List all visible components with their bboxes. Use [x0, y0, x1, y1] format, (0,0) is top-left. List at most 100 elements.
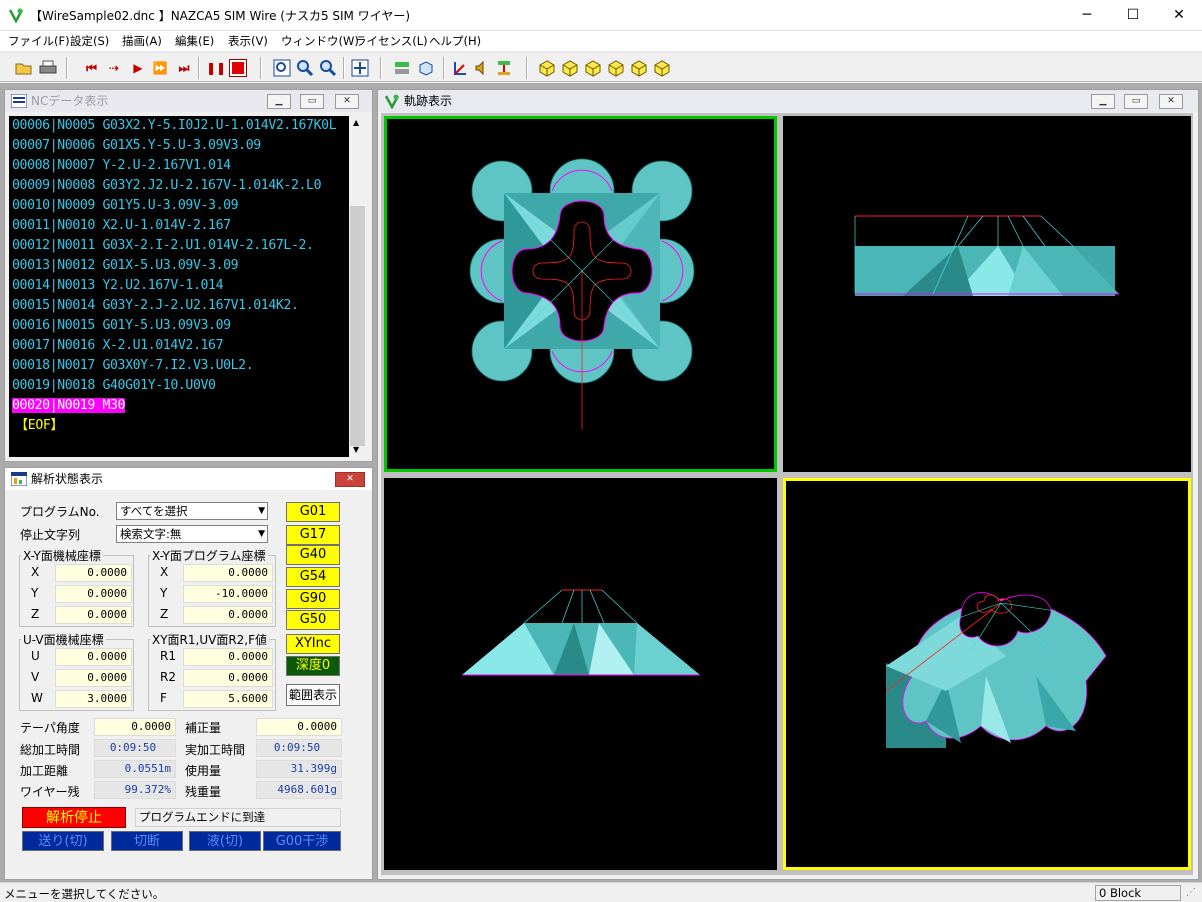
maximize-button[interactable]: ☐: [1110, 0, 1156, 31]
view-cube-icon[interactable]: [606, 58, 626, 78]
close-button[interactable]: ✕: [1156, 0, 1202, 31]
step-icon[interactable]: ⇢: [104, 58, 124, 78]
nc-close-button[interactable]: ✕: [335, 94, 359, 109]
nc-line[interactable]: 00015|N0014 G03Y-2.J-2.U2.167V1.014K2.: [9, 296, 349, 316]
actual-time-label: 実加工時間: [185, 743, 246, 757]
nc-line[interactable]: 00012|N0011 G03X-2.I-2.U1.014V-2.167L-2.: [9, 236, 349, 256]
gcode-g01: G01: [286, 502, 340, 522]
status-block-count: 0 Block: [1095, 885, 1181, 901]
analysis-title: 解析状態表示: [31, 472, 104, 486]
nc-line[interactable]: 00017|N0016 X-2.U1.014V2.167: [9, 336, 349, 356]
menu-license[interactable]: ライセンス(L): [355, 33, 428, 49]
viewport-side[interactable]: [384, 478, 777, 870]
nc-code-list[interactable]: 00006|N0005 G03X2.Y-5.I0J2.U-1.014V2.167…: [9, 116, 349, 457]
f-label: F: [160, 691, 167, 705]
viewport-iso[interactable]: [783, 478, 1191, 870]
menu-view[interactable]: 表示(V): [228, 33, 268, 49]
stop-string-select[interactable]: 検索文字:無 ▼: [116, 525, 268, 543]
g00-interference-button[interactable]: G00干渉: [263, 831, 341, 851]
scroll-down-icon[interactable]: ▼: [353, 445, 359, 454]
toolbar: ⏮ ⇢ ▶ ⏩ ⏭ ❚❚: [0, 52, 1202, 82]
zoom-fit-icon[interactable]: [272, 58, 292, 78]
trajectory-minimize-button[interactable]: ▁: [1091, 94, 1115, 109]
wire-line: [1040, 215, 1074, 247]
wire-tool-icon[interactable]: [494, 58, 514, 78]
fast-forward-icon[interactable]: ⏩: [150, 58, 170, 78]
range-display-button[interactable]: 範囲表示: [286, 684, 340, 706]
facet: [634, 623, 700, 675]
nc-line[interactable]: 00008|N0007 Y-2.U-2.167V1.014: [9, 156, 349, 176]
solid-view-icon[interactable]: [416, 58, 436, 78]
nc-window-titlebar: NCデータ表示 ▁ ▭ ✕: [5, 90, 372, 112]
nc-line[interactable]: 00013|N0012 G01X-5.U3.09V-3.09: [9, 256, 349, 276]
resize-grip-icon[interactable]: ⋰: [1186, 887, 1196, 898]
uv-machine-u: 0.0000: [55, 648, 132, 666]
view-cube-icon[interactable]: [560, 58, 580, 78]
view-cube-icon[interactable]: [629, 58, 649, 78]
stop-icon[interactable]: [228, 58, 248, 78]
top-view-model: [469, 158, 695, 429]
gcode-g90: G90: [286, 589, 340, 609]
viewport-front[interactable]: [783, 116, 1191, 472]
xy-machine-title: X-Y面機械座標: [21, 547, 103, 564]
axis-icon[interactable]: [450, 58, 470, 78]
taper-value: 0.0000: [94, 718, 176, 736]
nc-minimize-button[interactable]: ▁: [267, 94, 291, 109]
menu-help[interactable]: ヘルプ(H): [429, 33, 481, 49]
wire-line: [1007, 215, 1024, 247]
open-folder-icon[interactable]: [14, 58, 34, 78]
nc-line[interactable]: 00010|N0009 G01Y5.U-3.09V-3.09: [9, 196, 349, 216]
menu-edit[interactable]: 編集(E): [175, 33, 214, 49]
scroll-up-icon[interactable]: ▲: [353, 118, 359, 127]
print-icon[interactable]: [38, 58, 58, 78]
nc-line[interactable]: 00007|N0006 G01X5.Y-5.U-3.09V3.09: [9, 136, 349, 156]
uv-machine-w: 3.0000: [55, 690, 132, 708]
nc-line[interactable]: 00016|N0015 G01Y-5.U3.09V3.09: [9, 316, 349, 336]
r2-value: 0.0000: [183, 669, 273, 687]
view-cube-icon[interactable]: [583, 58, 603, 78]
nc-line[interactable]: 00014|N0013 Y2.U2.167V-1.014: [9, 276, 349, 296]
pan-icon[interactable]: [350, 58, 370, 78]
analysis-stop-button[interactable]: 解析停止: [22, 807, 126, 828]
chevron-down-icon: ▼: [258, 506, 265, 516]
zoom-in-icon[interactable]: [295, 58, 315, 78]
liquid-button[interactable]: 液(切): [189, 831, 261, 851]
nc-line[interactable]: 00019|N0018 G40G01Y-10.U0V0: [9, 376, 349, 396]
nc-line[interactable]: 00011|N0010 X2.U-1.014V-2.167: [9, 216, 349, 236]
rewind-start-icon[interactable]: ⏮: [80, 58, 100, 78]
program-select[interactable]: すべてを選択 ▼: [116, 502, 268, 520]
viewport-top[interactable]: [384, 116, 777, 472]
analysis-close-button[interactable]: ✕: [335, 472, 365, 487]
gcode-g54: G54: [286, 567, 340, 587]
sound-icon[interactable]: [472, 58, 492, 78]
zoom-out-icon[interactable]: [318, 58, 338, 78]
skip-end-icon[interactable]: ⏭: [174, 58, 194, 78]
nc-window-icon: [11, 94, 27, 108]
nc-scrollbar[interactable]: ▲ ▼: [349, 116, 366, 457]
menu-window[interactable]: ウィンドウ(W): [281, 33, 359, 49]
nc-maximize-button[interactable]: ▭: [300, 94, 324, 109]
nc-line[interactable]: 00009|N0008 G03Y2.J2.U-2.167V-1.014K-2.L…: [9, 176, 349, 196]
minimize-button[interactable]: ─: [1064, 0, 1110, 31]
toolbar-separator: [198, 57, 200, 79]
nc-line-selected[interactable]: 00020|N0019 M30: [9, 396, 349, 416]
menu-settings[interactable]: 設定(S): [70, 33, 109, 49]
nc-line[interactable]: 00018|N0017 G03X0Y-7.I2.V3.U0L2.: [9, 356, 349, 376]
wire-line: [523, 589, 563, 624]
nc-line[interactable]: 00006|N0005 G03X2.Y-5.I0J2.U-1.014V2.167…: [9, 116, 349, 136]
menu-file[interactable]: ファイル(F): [8, 33, 70, 49]
layer-icon[interactable]: [392, 58, 412, 78]
front-view-model: [854, 215, 1119, 296]
view-cube-icon[interactable]: [652, 58, 672, 78]
scroll-thumb[interactable]: [350, 206, 365, 446]
view-cube-icon[interactable]: [537, 58, 557, 78]
trajectory-close-button[interactable]: ✕: [1159, 94, 1183, 109]
trajectory-maximize-button[interactable]: ▭: [1124, 94, 1148, 109]
cut-button[interactable]: 切断: [111, 831, 183, 851]
play-icon[interactable]: ▶: [128, 58, 148, 78]
wire-line: [601, 589, 638, 624]
menu-draw[interactable]: 描画(A): [122, 33, 162, 49]
pause-icon[interactable]: ❚❚: [206, 58, 226, 78]
xy-machine-x: 0.0000: [55, 564, 132, 582]
feed-button[interactable]: 送り(切): [22, 831, 104, 851]
